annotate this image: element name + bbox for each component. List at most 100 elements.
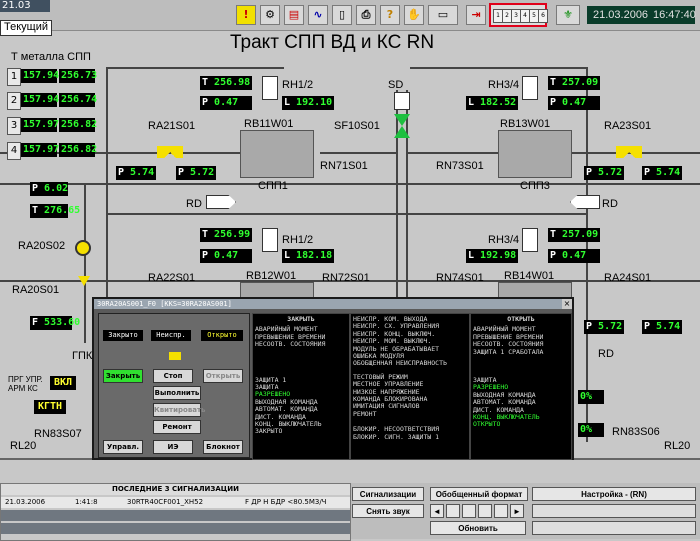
arm-label: АРМ КС: [8, 384, 38, 393]
open-limit-switch: КОНЦ. ВЫКЛЮЧАТЕЛЬ ОТКРЫТО: [473, 413, 540, 429]
ll-rb-label: RB12W01: [246, 270, 297, 282]
metal-temp-1b: 256.73: [59, 69, 98, 83]
settings-field[interactable]: [532, 521, 696, 535]
ur-pressure: P 0.47: [548, 96, 600, 110]
nav-slot[interactable]: [462, 504, 476, 518]
table-row[interactable]: 21.03.2006 1:41:8 30RTR40CF001_XH52 F ДР…: [1, 497, 350, 508]
alarm-kks: 30RTR40CF001_XH52: [127, 498, 204, 506]
table-row[interactable]: [1, 523, 350, 534]
pipe: [408, 152, 498, 154]
lr-heat-exchanger[interactable]: [498, 282, 572, 298]
valve-label-ra20s01: RA20S01: [12, 284, 60, 296]
date-text: 21.03.2006: [593, 9, 649, 21]
ur-heat-exchanger[interactable]: [498, 130, 572, 178]
ll-heater-icon[interactable]: [262, 228, 278, 252]
kgtn-status: КГТН: [34, 400, 66, 414]
ur-rb-label: RB13W01: [500, 118, 551, 130]
exit-icon[interactable]: ⇥: [466, 5, 486, 25]
sd-label: SD: [388, 79, 404, 91]
sheet-tab-6[interactable]: 6: [538, 9, 548, 23]
datetime-display: 21.03.2006 16:47:40: [587, 6, 696, 24]
ur-level: L 182.52: [466, 96, 518, 110]
ll-heat-exchanger[interactable]: [240, 282, 314, 298]
ll-rn-label: RN72S01: [322, 272, 370, 284]
settings-field[interactable]: [532, 504, 696, 518]
open-protection: ЗАЩИТА: [473, 376, 497, 385]
valve-ra20s01-icon[interactable]: [78, 276, 90, 286]
table-row[interactable]: [1, 510, 350, 521]
acknowledge-button[interactable]: Квитировать: [153, 403, 205, 417]
state-fault: Неиспр.: [151, 330, 191, 341]
ul-valve-icon[interactable]: [157, 146, 183, 158]
row-number-3: 3: [7, 117, 21, 135]
ul-level: L 192.10: [282, 96, 334, 110]
page-title: Тракт СПП ВД и КС RN: [230, 32, 435, 53]
ul-heater-icon[interactable]: [262, 76, 278, 100]
dialog-title-bar: 30RA20AS001_F0 [KKS=30RA20AS001]: [94, 299, 572, 309]
pipe: [106, 67, 284, 69]
fault-status-panel: НЕИСПР. КОМ. ВЫХОДА НЕИСПР. СХ. УПРАВЛЕН…: [350, 313, 470, 460]
ie-button[interactable]: ИЭ: [153, 440, 193, 454]
settings-button[interactable]: Настройка - (RN): [532, 487, 696, 501]
close-icon[interactable]: ×: [562, 299, 572, 309]
block-list: БЛОКИР. НЕСООТВЕТСТВИЯ БЛОКИР. СИГН. ЗАЩ…: [353, 425, 440, 441]
warning-icon[interactable]: !: [236, 5, 256, 25]
open-faults: АВАРИЙНЫЙ МОМЕНТ ПРЕВЫШЕНИЕ ВРЕМЕНИ НЕСО…: [473, 325, 544, 356]
lr-pressure-2: P 5.74: [642, 320, 682, 334]
ll-level: L 182.18: [282, 249, 334, 263]
fault-list: НЕИСПР. КОМ. ВЫХОДА НЕИСПР. СХ. УПРАВЛЕН…: [353, 315, 447, 368]
row-number-1: 1: [7, 68, 21, 86]
refresh-button[interactable]: Обновить: [430, 521, 526, 535]
close-faults: АВАРИЙНЫЙ МОМЕНТ ПРЕВЫШЕНИЕ ВРЕМЕНИ НЕСО…: [255, 325, 326, 349]
row-number-4: 4: [7, 142, 21, 160]
signals-button[interactable]: Сигнализации: [352, 487, 424, 501]
lr-pressure: P 0.47: [548, 249, 600, 263]
workstation-icon[interactable]: ▭: [428, 5, 458, 25]
prg-label: ПРГ УПР.: [8, 375, 43, 384]
ggk-label: ГПК: [72, 350, 93, 362]
trend-icon[interactable]: ∿: [308, 5, 328, 25]
ul-rd-label: RD: [186, 198, 202, 210]
ul-heat-exchanger[interactable]: [240, 130, 314, 178]
control-button[interactable]: Управл.: [103, 440, 143, 454]
print-icon[interactable]: ⎙: [356, 5, 376, 25]
forward-icon[interactable]: ►: [510, 504, 524, 518]
close-command-button[interactable]: Закрыть: [103, 369, 143, 383]
repair-button[interactable]: Ремонт: [153, 420, 201, 434]
sheet-tabs: 1 2 3 4 5 6: [489, 3, 548, 27]
stop-button[interactable]: Стоп: [153, 369, 193, 383]
state-open: Открыто: [201, 330, 243, 341]
execute-button[interactable]: Выполнить: [153, 386, 201, 400]
format-button[interactable]: Обобщенный формат: [430, 487, 528, 501]
ur-pressure-2: P 5.74: [642, 166, 682, 180]
help-icon[interactable]: ?: [380, 5, 400, 25]
ul-rb-label: RB11W01: [244, 118, 294, 130]
mute-button[interactable]: Снять звук: [352, 504, 424, 518]
ll-temperature: T 256.99: [200, 228, 252, 242]
alarm-list-icon[interactable]: ▤: [284, 5, 304, 25]
metal-temp-1a: 157.94: [21, 69, 60, 83]
document-icon[interactable]: ▯: [332, 5, 352, 25]
nav-slot[interactable]: [494, 504, 508, 518]
alarm-message: F ДР Н БДР <80.5М3/Ч: [245, 498, 327, 506]
notepad-button[interactable]: Блокнот: [203, 440, 243, 454]
sd-arrow: [394, 92, 410, 110]
left-pressure: P 6.02: [30, 182, 69, 196]
nav-slot[interactable]: [446, 504, 460, 518]
alarm-date: 21.03.2006: [5, 498, 46, 506]
alarm-table-header: ПОСЛЕДНИЕ 3 СИГНАЛИЗАЦИИ: [1, 484, 350, 495]
nav-slot[interactable]: [478, 504, 492, 518]
sf-label: SF10S01: [334, 120, 380, 132]
back-icon[interactable]: ◄: [430, 504, 444, 518]
tools-icon[interactable]: ⚙: [260, 5, 280, 25]
metal-temp-4b: 256.82: [59, 143, 98, 157]
ur-heater-icon[interactable]: [522, 76, 538, 100]
open-header: ОТКРЫТЬ: [507, 315, 535, 323]
hand-icon[interactable]: ✋: [404, 5, 424, 25]
lr-heater-icon[interactable]: [522, 228, 538, 252]
metal-temp-2b: 256.74: [59, 93, 98, 107]
valve-ra20s02-icon[interactable]: [75, 240, 91, 256]
open-command-button[interactable]: Открыть: [203, 369, 243, 383]
ur-valve-icon[interactable]: [616, 146, 642, 158]
current-mode-button[interactable]: Текущий: [0, 20, 52, 36]
